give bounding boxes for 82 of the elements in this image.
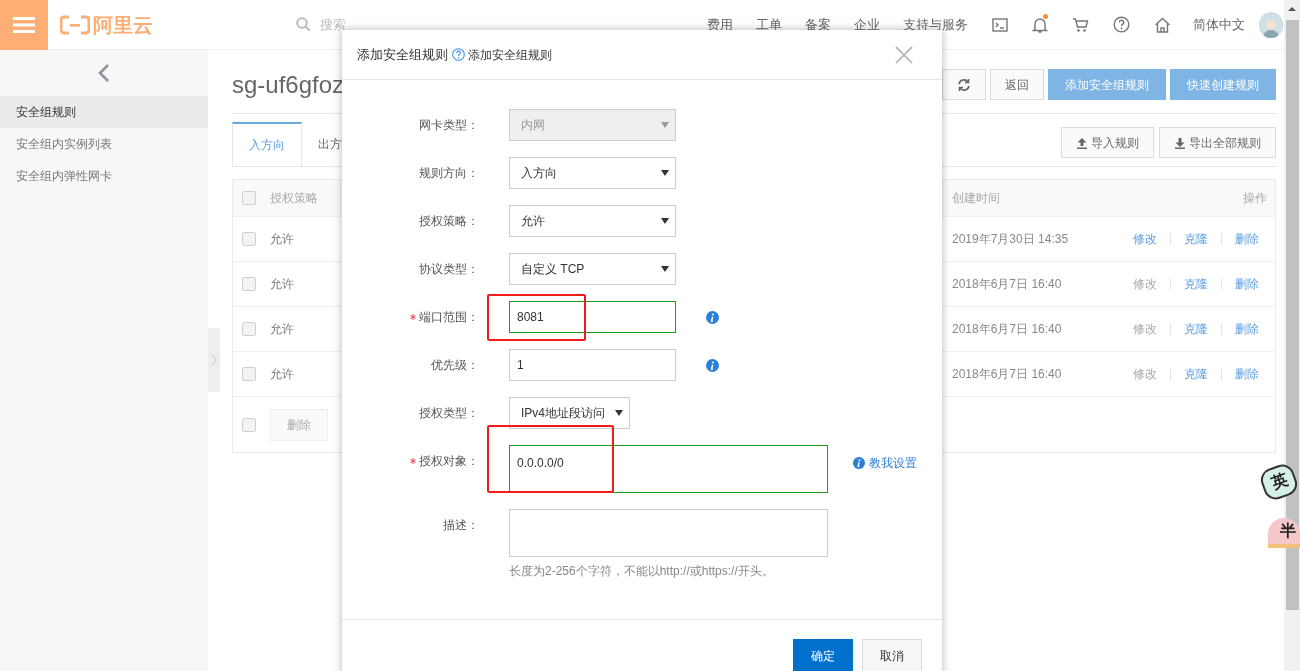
checkbox[interactable] (242, 367, 256, 381)
bell-icon (1032, 15, 1048, 34)
search-icon (296, 17, 311, 32)
checkbox[interactable] (242, 322, 256, 336)
search-input[interactable]: 搜索 (320, 14, 620, 35)
language-link[interactable]: 简体中文 (1193, 14, 1245, 35)
checkbox[interactable] (242, 277, 256, 291)
dialog-button[interactable]: 确定 (793, 639, 853, 671)
field-label: 网卡类型： (419, 117, 479, 134)
action-link[interactable]: 删除 (1235, 320, 1259, 338)
action-link[interactable]: 删除 (1235, 365, 1259, 383)
table-cell-text: 允许 (270, 321, 295, 338)
caret-icon (661, 266, 669, 272)
menu-button[interactable] (0, 0, 48, 50)
column-header: 操作 (1243, 190, 1267, 207)
toolbar-button[interactable]: 导出全部规则 (1159, 127, 1276, 158)
collapse-handle[interactable] (208, 328, 220, 392)
help-icon (452, 48, 465, 61)
table-cell-text: 允许 (270, 231, 295, 248)
back-icon (98, 63, 110, 83)
refresh-button[interactable] (942, 69, 986, 100)
field-label: 授权对象： (419, 453, 479, 470)
dialog-title: 添加安全组规则 (357, 45, 448, 64)
checkbox[interactable] (242, 232, 256, 246)
search-field[interactable]: 搜索 (296, 14, 676, 35)
page-title: sg-uf6gfoz (232, 72, 345, 97)
field-label: 授权策略： (419, 213, 479, 230)
column-header: 创建时间 (952, 190, 1001, 207)
sidebar-item[interactable]: 安全组规则 (0, 96, 208, 128)
menu-icon (13, 16, 35, 33)
field-label: 规则方向： (419, 165, 479, 182)
table-cell-text: 2018年6月7日 16:40 (952, 276, 1063, 293)
close-button[interactable] (893, 43, 915, 66)
checkbox[interactable] (242, 417, 256, 432)
logo-text: 阿里云 (93, 12, 153, 38)
refresh-icon (957, 77, 971, 92)
input-method-badge[interactable]: 半 (1268, 518, 1300, 548)
select-field[interactable]: 允许 (509, 205, 676, 237)
download-icon (1174, 136, 1186, 149)
toolbar-button[interactable]: 返回 (990, 69, 1044, 100)
cart-icon (1072, 16, 1089, 33)
table-cell-text: 2018年6月7日 16:40 (952, 321, 1063, 338)
field-label: 授权类型： (419, 405, 479, 422)
field-label: 端口范围： (419, 309, 479, 326)
scroll-up-icon (1288, 6, 1296, 12)
terminal-icon (992, 16, 1008, 33)
help-link[interactable]: 添加安全组规则 (452, 45, 552, 64)
chevron-right-icon (211, 353, 217, 367)
caret-icon (661, 218, 669, 224)
help-icon (1113, 16, 1130, 33)
caret-icon (615, 410, 623, 416)
table-cell-text: 2018年6月7日 16:40 (952, 366, 1063, 383)
dialog-button[interactable]: 取消 (862, 639, 922, 671)
column-header: 授权策略 (270, 190, 319, 207)
text-area[interactable] (509, 509, 828, 557)
input-field[interactable]: 1 (509, 349, 676, 381)
action-link[interactable]: 删除 (1235, 275, 1259, 293)
select-field[interactable]: 自定义 TCP (509, 253, 676, 285)
field-label: 协议类型： (419, 261, 479, 278)
checkbox[interactable] (242, 191, 256, 205)
action-link[interactable]: 删除 (1235, 230, 1259, 248)
caret-icon (661, 170, 669, 176)
sidebar-item[interactable]: 安全组内弹性网卡 (0, 160, 208, 192)
toolbar-button[interactable]: 导入规则 (1061, 127, 1154, 158)
upload-icon (1076, 136, 1088, 149)
info-icon (853, 457, 865, 469)
close-icon (895, 45, 913, 64)
sidebar-item[interactable]: 安全组内实例列表 (0, 128, 208, 160)
logo-icon (60, 14, 90, 35)
input-field[interactable]: 8081 (509, 301, 676, 333)
home-icon (1154, 16, 1171, 33)
select-field[interactable]: IPv4地址段访问 (509, 397, 630, 429)
caret-icon (661, 122, 669, 128)
text-area[interactable]: 0.0.0.0/0 (509, 445, 828, 493)
table-cell-text: 2019年7月30日 14:35 (952, 231, 1070, 248)
avatar[interactable] (1259, 11, 1283, 38)
help-link[interactable]: 教我设置 (853, 454, 917, 472)
select-field[interactable]: 入方向 (509, 157, 676, 189)
field-label: 描述： (443, 517, 479, 534)
hint-text: 长度为2-256个字符，不能以http://或https://开头。 (509, 563, 775, 580)
field-label: 优先级： (431, 357, 479, 374)
table-cell-text: 允许 (270, 276, 295, 293)
